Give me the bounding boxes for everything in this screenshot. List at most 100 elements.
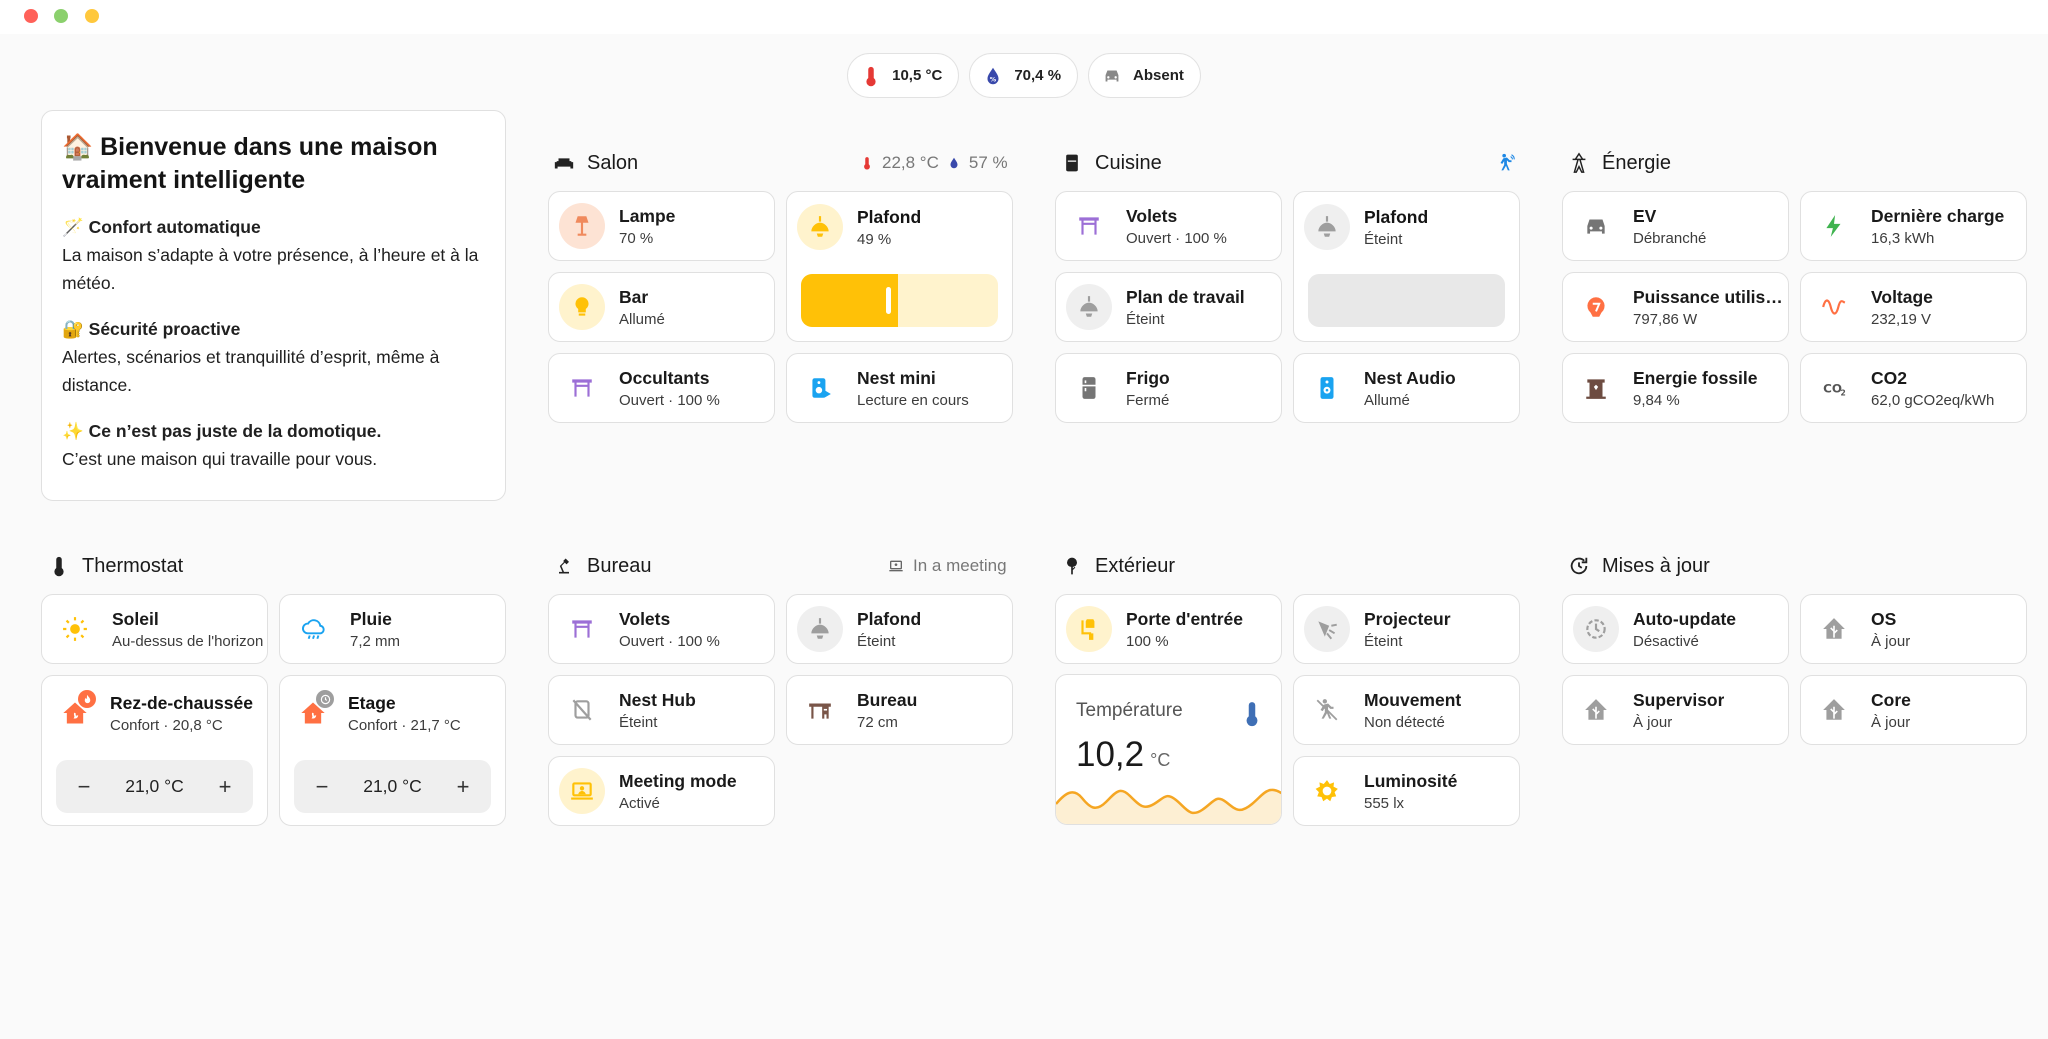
increase-temperature-button[interactable]: + bbox=[453, 774, 473, 800]
outdoor-temperature-badge[interactable]: 10,5 °C bbox=[847, 53, 960, 98]
target-temperature-stepper: − 21,0 °C + bbox=[56, 760, 253, 813]
humidity-icon bbox=[950, 157, 958, 169]
tile-cuisine-frigo[interactable]: Frigo Fermé bbox=[1055, 353, 1282, 423]
thermostat-etage[interactable]: Etage Confort · 21,7 °C − 21,0 °C + bbox=[279, 675, 506, 826]
tile-cuisine-nest-audio[interactable]: Nest Audio Allumé bbox=[1293, 353, 1520, 423]
tile-state: Éteint bbox=[1126, 310, 1165, 328]
salon-temperature: 22,8 °C bbox=[882, 153, 939, 172]
tile-salon-lampe[interactable]: Lampe 70 % bbox=[548, 191, 775, 261]
tile-bureau-bureau[interactable]: Bureau 72 cm bbox=[786, 675, 1013, 745]
tile-state: Débranché bbox=[1633, 229, 1707, 247]
tile-exterieur-porte[interactable]: Porte d'entrée 100 % bbox=[1055, 594, 1282, 664]
tile-state: 16,3 kWh bbox=[1871, 229, 1935, 247]
tile-maj-os[interactable]: OS À jour bbox=[1800, 594, 2027, 664]
update-icon bbox=[1568, 555, 1590, 577]
tile-state: À jour bbox=[1871, 632, 1911, 650]
tile-bureau-meeting-mode[interactable]: Meeting mode Activé bbox=[548, 756, 775, 826]
tile-salon-nest-mini[interactable]: Nest mini Lecture en cours bbox=[786, 353, 1013, 423]
sun-icon bbox=[52, 606, 98, 652]
section-title-thermostat: Thermostat bbox=[48, 551, 183, 581]
tile-cuisine-plan-de-travail[interactable]: Plan de travail Éteint bbox=[1055, 272, 1282, 342]
brightness-slider-handle[interactable] bbox=[885, 287, 891, 314]
tile-exterieur-luminosite[interactable]: Luminosité 555 lx bbox=[1293, 756, 1520, 826]
power-meter-icon bbox=[1573, 284, 1619, 330]
laptop-icon bbox=[889, 560, 903, 572]
tile-energie-derniere-charge[interactable]: Dernière charge 16,3 kWh bbox=[1800, 191, 2027, 261]
tile-name: OS bbox=[1871, 608, 1897, 629]
tile-name: Frigo bbox=[1126, 367, 1170, 388]
section-title-cuisine: Cuisine bbox=[1061, 148, 1162, 178]
sensor-value: 10,2 °C bbox=[1076, 735, 1170, 775]
tile-name: Mouvement bbox=[1364, 689, 1462, 710]
decrease-temperature-button[interactable]: − bbox=[74, 774, 94, 800]
badge-label: Absent bbox=[1133, 67, 1184, 84]
brightness-icon bbox=[1304, 768, 1350, 814]
window-close-button[interactable] bbox=[24, 9, 38, 23]
brightness-slider[interactable] bbox=[1308, 274, 1505, 327]
tile-state: À jour bbox=[1633, 713, 1673, 731]
blinds-icon bbox=[559, 365, 605, 411]
meeting-status: In a meeting bbox=[887, 551, 1007, 581]
section-title-label: Cuisine bbox=[1095, 151, 1162, 174]
standing-desk-icon bbox=[797, 687, 843, 733]
tile-state: 9,84 % bbox=[1633, 391, 1680, 409]
section-title-bureau: Bureau bbox=[553, 551, 652, 581]
fridge-icon bbox=[1066, 365, 1112, 411]
brightness-slider[interactable] bbox=[801, 274, 998, 327]
tile-cuisine-plafond[interactable]: Plafond Éteint bbox=[1293, 191, 1520, 342]
tile-state: Au-dessus de l'horizon bbox=[112, 632, 264, 650]
tile-name: Plafond bbox=[1364, 206, 1429, 227]
tile-state: 555 lx bbox=[1364, 794, 1405, 812]
tile-salon-plafond[interactable]: Plafond 49 % bbox=[786, 191, 1013, 342]
welcome-item: 🪄 Confort automatique La maison s’adapte… bbox=[62, 213, 485, 297]
spotlight-icon bbox=[1304, 606, 1350, 652]
tile-bureau-plafond[interactable]: Plafond Éteint bbox=[786, 594, 1013, 664]
tile-energie-fossile[interactable]: Energie fossile 9,84 % bbox=[1562, 353, 1789, 423]
decrease-temperature-button[interactable]: − bbox=[312, 774, 332, 800]
presence-badge[interactable]: Absent bbox=[1088, 53, 1201, 98]
home-assistant-icon bbox=[1811, 687, 1857, 733]
tile-cuisine-volets[interactable]: Volets Ouvert · 100 % bbox=[1055, 191, 1282, 261]
speaker-icon bbox=[1304, 365, 1350, 411]
tile-energie-ev[interactable]: EV Débranché bbox=[1562, 191, 1789, 261]
section-title-label: Thermostat bbox=[82, 554, 184, 577]
meeting-status-label: In a meeting bbox=[913, 556, 1007, 575]
outdoor-temperature-sensor-card[interactable]: Température 10,2 °C bbox=[1055, 674, 1282, 825]
sofa-icon bbox=[553, 152, 575, 174]
rain-cloud-icon bbox=[290, 606, 336, 652]
tile-name: Supervisor bbox=[1633, 689, 1725, 710]
tile-thermostat-soleil[interactable]: Soleil Au-dessus de l'horizon bbox=[41, 594, 268, 664]
welcome-item: 🔐 Sécurité proactive Alertes, scénarios … bbox=[62, 315, 485, 399]
flame-icon bbox=[78, 690, 96, 708]
window-minimize-button[interactable] bbox=[85, 9, 99, 23]
welcome-item-text: Alertes, scénarios et tranquillité d’esp… bbox=[62, 347, 440, 395]
outdoor-humidity-badge[interactable]: % 70,4 % bbox=[969, 53, 1079, 98]
welcome-item-text: C’est une maison qui travaille pour vous… bbox=[62, 449, 378, 469]
tile-state: 7,2 mm bbox=[350, 632, 401, 650]
tile-energie-puissance[interactable]: Puissance utilisée 797,86 W bbox=[1562, 272, 1789, 342]
window-zoom-button[interactable] bbox=[54, 9, 68, 23]
welcome-item-text: La maison s’adapte à votre présence, à l… bbox=[62, 245, 479, 293]
tile-bureau-volets[interactable]: Volets Ouvert · 100 % bbox=[548, 594, 775, 664]
motion-sensor-off-icon bbox=[1304, 687, 1350, 733]
thermostat-rez-de-chaussee[interactable]: Rez-de-chaussée Confort · 20,8 °C − 21,0 … bbox=[41, 675, 268, 826]
tile-maj-auto-update[interactable]: Auto-update Désactivé bbox=[1562, 594, 1789, 664]
tile-energie-voltage[interactable]: Voltage 232,19 V bbox=[1800, 272, 2027, 342]
tile-maj-supervisor[interactable]: Supervisor À jour bbox=[1562, 675, 1789, 745]
tile-exterieur-mouvement[interactable]: Mouvement Non détecté bbox=[1293, 675, 1520, 745]
ceiling-light-icon bbox=[797, 204, 843, 250]
welcome-card: 🏠 Bienvenue dans une maison vraiment int… bbox=[41, 110, 506, 501]
tile-salon-occultants[interactable]: Occultants Ouvert · 100 % bbox=[548, 353, 775, 423]
tile-thermostat-pluie[interactable]: Pluie 7,2 mm bbox=[279, 594, 506, 664]
tile-name: CO2 bbox=[1871, 367, 1907, 388]
tile-name: Plan de travail bbox=[1126, 286, 1245, 307]
tile-exterieur-projecteur[interactable]: Projecteur Éteint bbox=[1293, 594, 1520, 664]
tile-energie-co2[interactable]: CO 2 CO2 62,0 gCO2eq/kWh bbox=[1800, 353, 2027, 423]
section-title-label: Salon bbox=[587, 151, 639, 174]
increase-temperature-button[interactable]: + bbox=[215, 774, 235, 800]
tile-maj-core[interactable]: Core À jour bbox=[1800, 675, 2027, 745]
tile-salon-bar[interactable]: Bar Allumé bbox=[548, 272, 775, 342]
humidity-icon: % bbox=[987, 67, 999, 84]
tile-bureau-nest-hub[interactable]: Nest Hub Éteint bbox=[548, 675, 775, 745]
tile-name: Volets bbox=[1126, 205, 1178, 226]
